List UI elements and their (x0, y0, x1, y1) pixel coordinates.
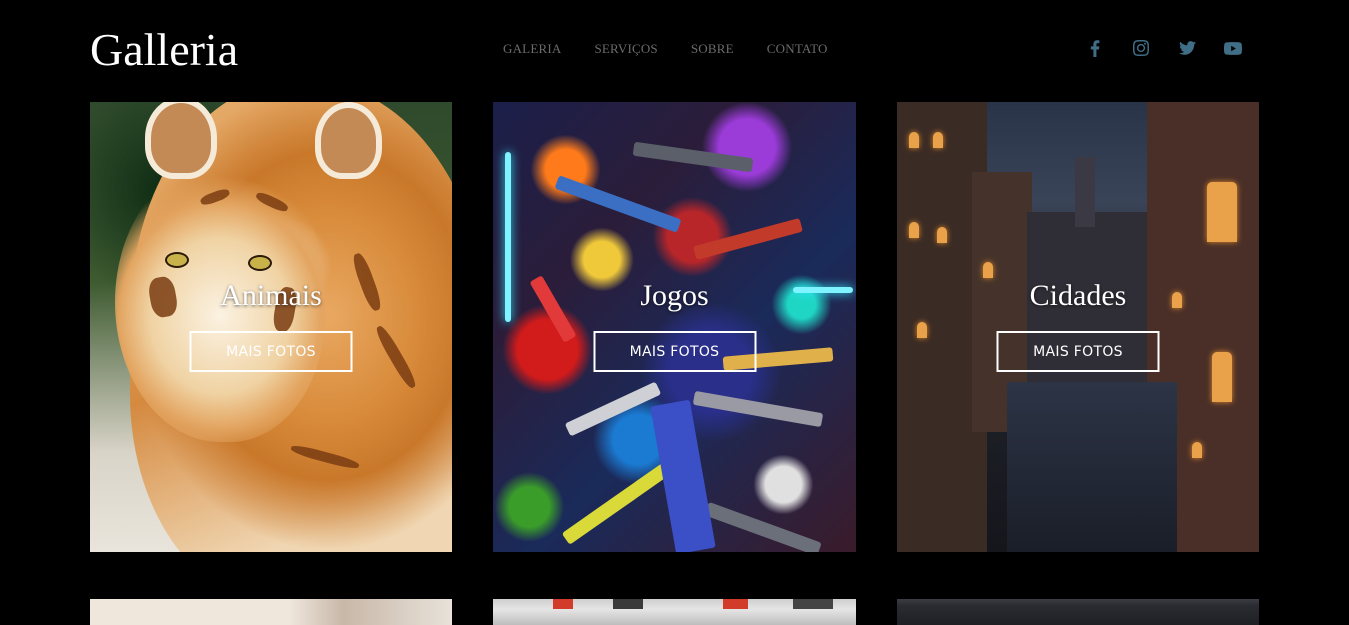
mais-fotos-button[interactable]: MAIS FOTOS (593, 331, 756, 372)
site-logo[interactable]: Galleria (90, 24, 238, 76)
card-title: Animais (220, 279, 322, 312)
nav-sobre[interactable]: SOBRE (691, 41, 734, 57)
gallery-card-partial[interactable] (90, 599, 452, 625)
facebook-icon[interactable] (1085, 38, 1105, 58)
games-collage-image (493, 102, 856, 552)
nav-contato[interactable]: CONTATO (767, 41, 828, 57)
youtube-icon[interactable] (1223, 38, 1243, 58)
nav-servicos[interactable]: SERVIÇOS (594, 41, 657, 57)
tiger-image (90, 102, 452, 552)
gallery-card-jogos[interactable]: Jogos MAIS FOTOS (493, 102, 856, 552)
card-title: Jogos (640, 279, 709, 312)
gallery-card-partial[interactable] (493, 599, 856, 625)
main-nav: GALERIA SERVIÇOS SOBRE CONTATO (503, 41, 861, 57)
social-links (1085, 38, 1269, 58)
mais-fotos-button[interactable]: MAIS FOTOS (189, 331, 353, 372)
gallery-card-partial[interactable] (897, 599, 1259, 625)
twitter-icon[interactable] (1177, 38, 1197, 58)
nav-galeria[interactable]: GALERIA (503, 41, 561, 57)
instagram-icon[interactable] (1131, 38, 1151, 58)
gallery-card-animais[interactable]: Animais MAIS FOTOS (90, 102, 452, 552)
city-canal-image (897, 102, 1259, 552)
gallery-card-cidades[interactable]: Cidades MAIS FOTOS (897, 102, 1259, 552)
card-title: Cidades (1029, 279, 1127, 312)
mais-fotos-button[interactable]: MAIS FOTOS (996, 331, 1160, 372)
